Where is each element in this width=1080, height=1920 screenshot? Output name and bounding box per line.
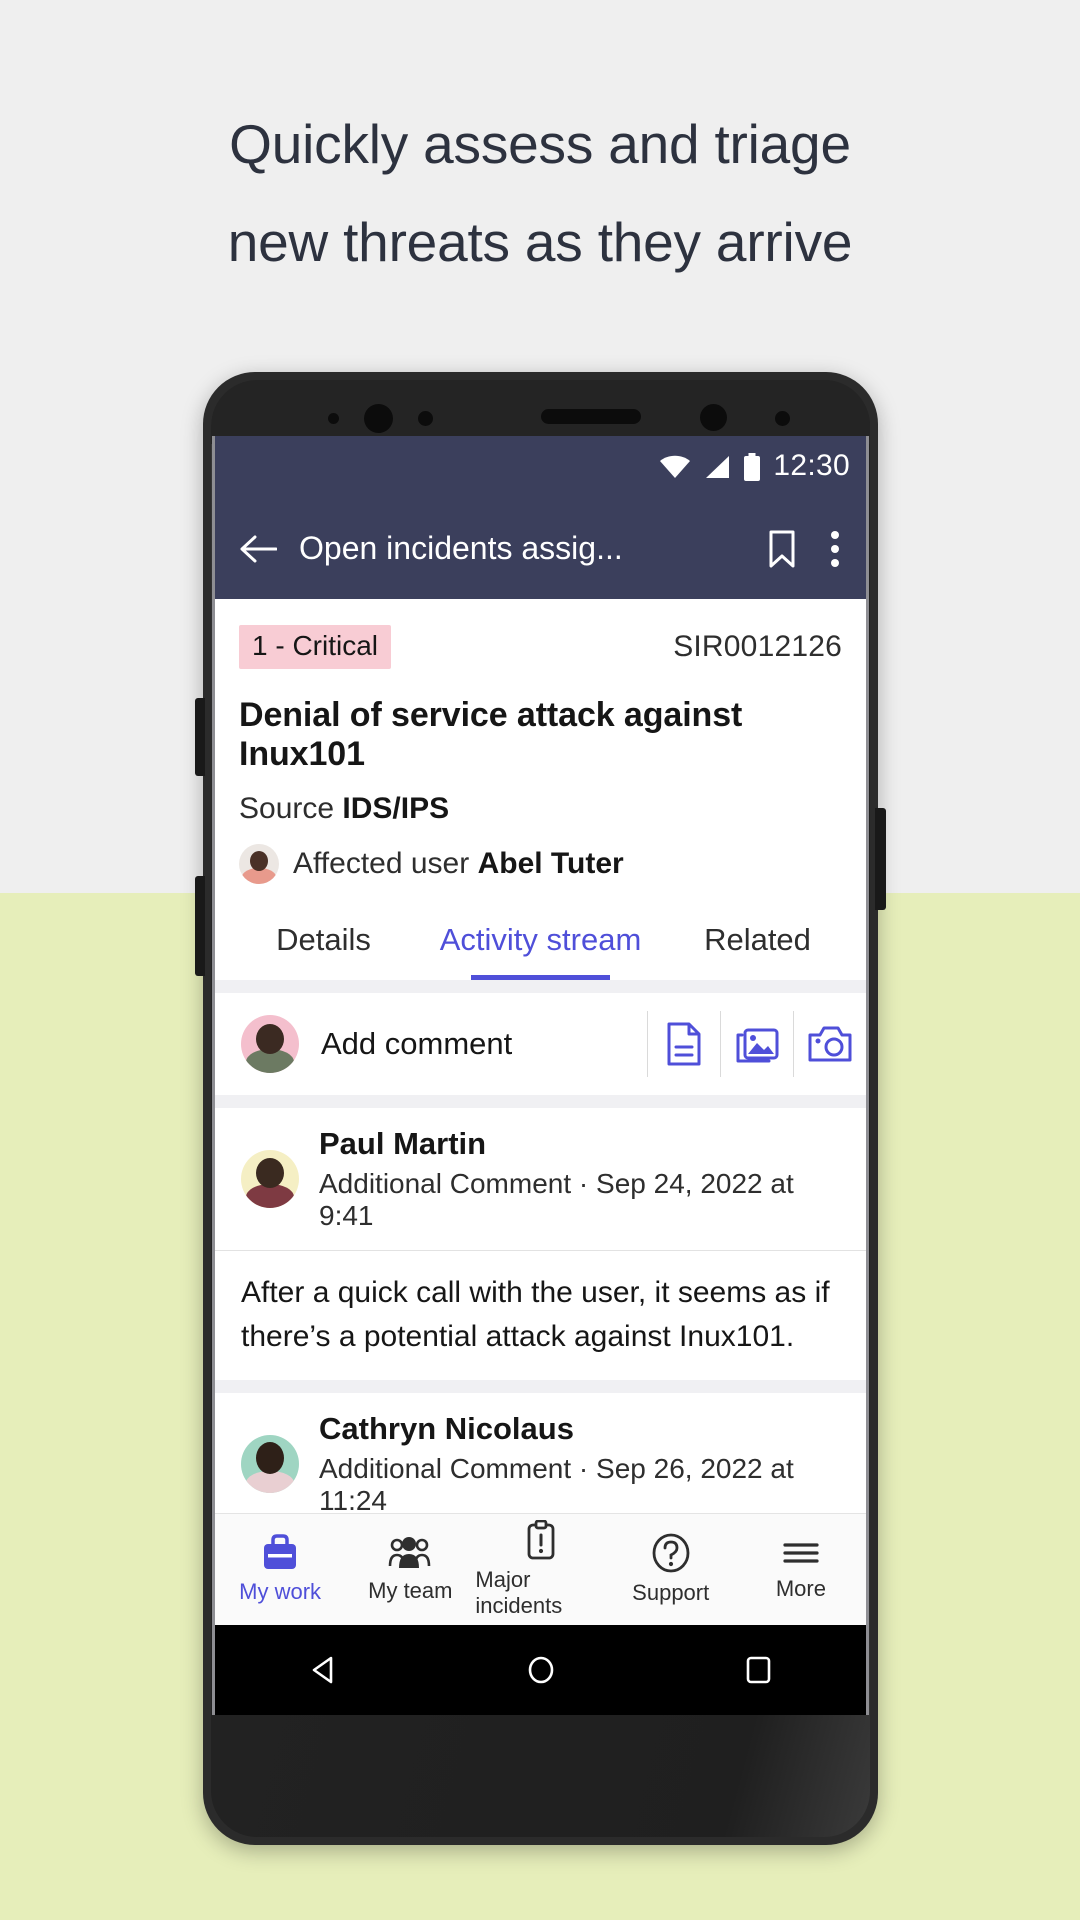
avatar: [241, 1015, 299, 1073]
add-comment-input[interactable]: Add comment: [321, 1026, 647, 1062]
status-bar: 12:30: [215, 436, 866, 498]
people-icon: [388, 1537, 431, 1568]
cellular-signal-icon: [706, 456, 730, 478]
battery-icon: [744, 453, 761, 481]
nav-label: Major incidents: [475, 1567, 563, 1618]
phone-screen: 12:30 Open incidents assig... 1 - Critic…: [215, 436, 866, 1715]
status-badge: 1 - Critical: [239, 625, 392, 669]
bottom-navigation: My work My team Major incidents Support …: [215, 1513, 866, 1625]
tab-activity-stream[interactable]: Activity stream: [432, 906, 649, 980]
tab-details-label: Details: [276, 922, 371, 957]
more-vertical-icon[interactable]: [830, 530, 840, 568]
affected-user-value: Abel Tuter: [477, 847, 624, 880]
incident-source-row: Source IDS/IPS: [239, 792, 842, 826]
app-bar-title: Open incidents assig...: [299, 530, 623, 566]
android-navigation-bar: [215, 1625, 866, 1715]
volume-up-button[interactable]: [195, 698, 205, 776]
activity-separator: ·: [578, 1453, 589, 1484]
activity-author: Cathryn Nicolaus: [319, 1411, 574, 1446]
activity-subtitle: Additional Comment · Sep 24, 2022 at 9:4…: [319, 1168, 840, 1232]
camera-icon[interactable]: [793, 1011, 866, 1077]
incident-title: Denial of service attack against Inux101: [239, 696, 743, 773]
power-button[interactable]: [875, 808, 886, 910]
add-comment-row[interactable]: Add comment: [215, 993, 866, 1095]
back-triangle-icon[interactable]: [294, 1645, 354, 1695]
help-circle-icon: [652, 1533, 690, 1573]
app-bar: Open incidents assig...: [215, 498, 866, 599]
front-camera-icon: [364, 404, 393, 433]
avatar: [239, 844, 279, 884]
activity-entry-meta: Paul Martin Additional Comment · Sep 24,…: [319, 1126, 840, 1232]
nav-item-support[interactable]: Support: [606, 1533, 736, 1606]
incident-source-value: IDS/IPS: [342, 792, 450, 825]
incident-source-label: Source: [239, 792, 335, 825]
avatar: [241, 1150, 299, 1208]
activity-type: Additional Comment: [319, 1453, 572, 1484]
sensor-dot-right: [700, 404, 727, 431]
activity-separator: ·: [578, 1168, 589, 1199]
headline-line-2: new threats as they arrive: [227, 210, 853, 273]
image-icon[interactable]: [720, 1011, 793, 1077]
activity-type: Additional Comment: [319, 1168, 572, 1199]
activity-body: After a quick call with the user, it see…: [215, 1251, 866, 1380]
hamburger-menu-icon: [783, 1543, 819, 1563]
wifi-icon: [660, 455, 691, 478]
nav-label: More: [775, 1576, 826, 1601]
incident-number: SIR0012126: [673, 630, 842, 663]
section-divider: [215, 1380, 866, 1393]
bookmark-icon[interactable]: [768, 530, 796, 568]
affected-user-text: Affected user Abel Tuter: [293, 847, 624, 881]
affected-user-label: Affected user: [293, 847, 470, 880]
tab-details[interactable]: Details: [215, 906, 432, 980]
recents-square-icon[interactable]: [728, 1645, 788, 1695]
phone-top-sensor-strip: [211, 380, 870, 444]
nav-label: My team: [368, 1578, 453, 1603]
tab-related[interactable]: Related: [649, 906, 866, 980]
page-title: Quickly assess and triage new threats as…: [0, 96, 1080, 292]
incident-card-header: 1 - Critical SIR0012126: [239, 625, 842, 669]
status-bar-time: 12:30: [773, 449, 850, 482]
incident-summary-card: 1 - Critical SIR0012126 Denial of servic…: [215, 599, 866, 888]
activity-author: Paul Martin: [319, 1126, 487, 1161]
briefcase-icon: [264, 1534, 297, 1569]
clipboard-alert-icon: [527, 1520, 554, 1560]
section-divider: [215, 980, 866, 993]
sensor-dot-small-right: [775, 411, 790, 426]
tab-activity-stream-label: Activity stream: [439, 922, 642, 957]
avatar: [241, 1435, 299, 1493]
nav-item-major-incidents[interactable]: Major incidents: [475, 1520, 605, 1619]
activity-subtitle: Additional Comment · Sep 26, 2022 at 11:…: [319, 1453, 840, 1517]
nav-item-my-team[interactable]: My team: [345, 1535, 475, 1604]
nav-label: My work: [239, 1579, 322, 1604]
incident-tabs: Details Activity stream Related: [215, 906, 866, 980]
earpiece-speaker: [541, 409, 641, 424]
nav-label: Support: [632, 1580, 710, 1605]
volume-down-button[interactable]: [195, 876, 205, 976]
back-arrow-icon[interactable]: [239, 534, 277, 564]
activity-entry-header: Paul Martin Additional Comment · Sep 24,…: [215, 1108, 866, 1250]
add-comment-actions: [647, 1011, 866, 1077]
affected-user-row[interactable]: Affected user Abel Tuter: [239, 844, 842, 888]
section-divider: [215, 1095, 866, 1108]
sensor-dot-mid: [418, 411, 433, 426]
document-icon[interactable]: [647, 1011, 720, 1077]
sensor-dot-small-left: [328, 413, 339, 424]
page-root: Quickly assess and triage new threats as…: [0, 0, 1080, 1920]
activity-entry-meta: Cathryn Nicolaus Additional Comment · Se…: [319, 1411, 840, 1517]
nav-item-my-work[interactable]: My work: [215, 1534, 345, 1605]
home-circle-icon[interactable]: [511, 1645, 571, 1695]
list-item[interactable]: Paul Martin Additional Comment · Sep 24,…: [215, 1108, 866, 1380]
headline-line-1: Quickly assess and triage: [229, 113, 851, 175]
nav-item-more[interactable]: More: [736, 1537, 866, 1602]
tab-related-label: Related: [704, 922, 811, 957]
